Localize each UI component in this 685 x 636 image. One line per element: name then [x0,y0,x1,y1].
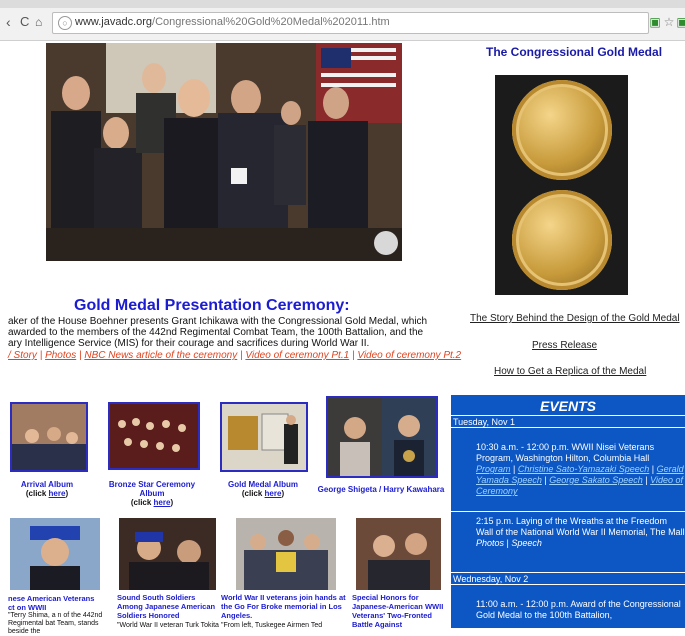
events-divider [451,511,685,512]
medal-design-story-link[interactable]: The Story Behind the Design of the Gold … [470,313,680,324]
events-heading: EVENTS [539,398,596,414]
ceremony-photo [46,43,402,261]
reload-icon[interactable]: C [20,14,29,29]
event-2: 2:15 p.m. Laying of the Wreaths at the F… [476,516,685,548]
shigeta-kawahara-caption: George Shigeta / Harry Kawahara [316,485,446,494]
shigeta-kawahara-title[interactable]: George Shigeta / Harry Kawahara [318,485,445,494]
page-info-icon[interactable]: ○ [58,16,72,30]
home-icon[interactable]: ⌂ [35,15,42,29]
gold-medal-album-caption: Gold Medal Album (click here) [228,480,298,498]
medal-back-image [495,185,628,295]
ceremony-desc-line-1: aker of the House Boehner presents Grant… [8,316,428,327]
george-sakato-speech-link[interactable]: George Sakato Speech [549,475,643,485]
arrival-album-caption: Arrival Album (click here) [20,480,74,498]
ceremony-heading: Gold Medal Presentation Ceremony: [74,297,350,314]
back-icon[interactable]: ‹ [6,14,11,30]
photos-link[interactable]: Photos [45,350,76,361]
shigeta-kawahara-thumb[interactable] [326,396,438,478]
arrival-album-thumb[interactable] [10,402,88,472]
story-link[interactable]: / Story [8,350,37,361]
extension-2-icon[interactable]: ▣ [675,15,685,29]
news-3-title[interactable]: World War II veterans join hands at the … [221,593,351,620]
bronze-star-album-title[interactable]: Bronze Star Ceremony Album [109,480,195,498]
event-1-text: 10:30 a.m. - 12:00 p.m. WWII Nisei Veter… [476,442,655,463]
video-pt1-link[interactable]: Video of ceremony Pt.1 [245,350,349,361]
news-1-title[interactable]: nese American Veterans ct on WWII [8,594,103,612]
browser-toolbar: ‹ C ⌂ ○ www.javadc.org/Congressional%20G… [0,0,685,41]
ceremony-desc-line-2: awarded to the members of the 442nd Regi… [8,327,424,338]
event-3: 11:00 a.m. - 12:00 p.m. Award of the Con… [476,599,685,621]
news-2-body: "World War II veteran Turk Tokita [117,622,219,629]
news-2-thumb[interactable] [119,518,216,590]
gold-medal-album-title[interactable]: Gold Medal Album [228,480,298,489]
url-text: www.javadc.org/Congressional%20Gold%20Me… [75,16,390,28]
news-3-thumb[interactable] [236,518,336,590]
url-domain: www.javadc.org [75,16,153,28]
news-4-thumb[interactable] [356,518,441,590]
gold-medal-album-link[interactable]: here [265,489,282,498]
event-2-photos[interactable]: Photos [476,538,504,548]
event-2-text: 2:15 p.m. Laying of the Wreaths at the F… [476,516,685,537]
bronze-star-album-caption: Bronze Star Ceremony Album (click here) [108,480,196,507]
news-4-title[interactable]: Special Honors for Japanese-American WWI… [352,593,448,629]
tab-strip [0,0,685,8]
program-link[interactable]: Program [476,464,511,474]
news-2-title[interactable]: Sound South Soldiers Among Japanese Amer… [117,593,217,620]
bookmark-star-icon[interactable]: ☆ [662,15,676,29]
bronze-star-album-thumb[interactable] [108,402,200,470]
ceremony-links: / Story | Photos | NBC News article of t… [8,350,462,361]
nbc-article-link[interactable]: NBC News article of the ceremony [84,350,237,361]
event-1: 10:30 a.m. - 12:00 p.m. WWII Nisei Veter… [476,442,684,496]
news-3-body: "From left, Tuskegee Airmen Ted [221,622,323,629]
ceremony-desc-line-3: ary Intelligence Service (MIS) for their… [8,338,370,349]
christine-sato-speech-link[interactable]: Christine Sato-Yamazaki Speech [518,464,649,474]
extension-icon[interactable]: ▣ [648,15,662,29]
press-release-link[interactable]: Press Release [532,340,597,351]
bronze-star-album-link[interactable]: here [154,498,171,507]
events-day-2: Wednesday, Nov 2 [451,572,685,585]
address-bar[interactable]: ○ www.javadc.org/Congressional%20Gold%20… [52,12,649,34]
events-day-1: Tuesday, Nov 1 [451,415,685,428]
event-2-speech[interactable]: Speech [511,538,542,548]
news-1-body: "Terry Shima, a n of the 442nd Regimenta… [8,612,103,635]
medal-front-image [495,75,628,185]
gold-medal-title: The Congressional Gold Medal [486,45,663,59]
video-pt2-link[interactable]: Video of ceremony Pt.2 [357,350,461,361]
news-1-thumb[interactable] [10,518,100,590]
gold-medal-album-thumb[interactable] [220,402,308,472]
arrival-album-link[interactable]: here [49,489,66,498]
url-path: /Congressional%20Gold%20Medal%202011.htm [152,16,390,28]
arrival-album-title[interactable]: Arrival Album [21,480,73,489]
medal-replica-link[interactable]: How to Get a Replica of the Medal [494,366,646,377]
events-panel: EVENTS Tuesday, Nov 1 10:30 a.m. - 12:00… [451,395,685,628]
event-3-text: 11:00 a.m. - 12:00 p.m. Award of the Con… [476,599,681,620]
